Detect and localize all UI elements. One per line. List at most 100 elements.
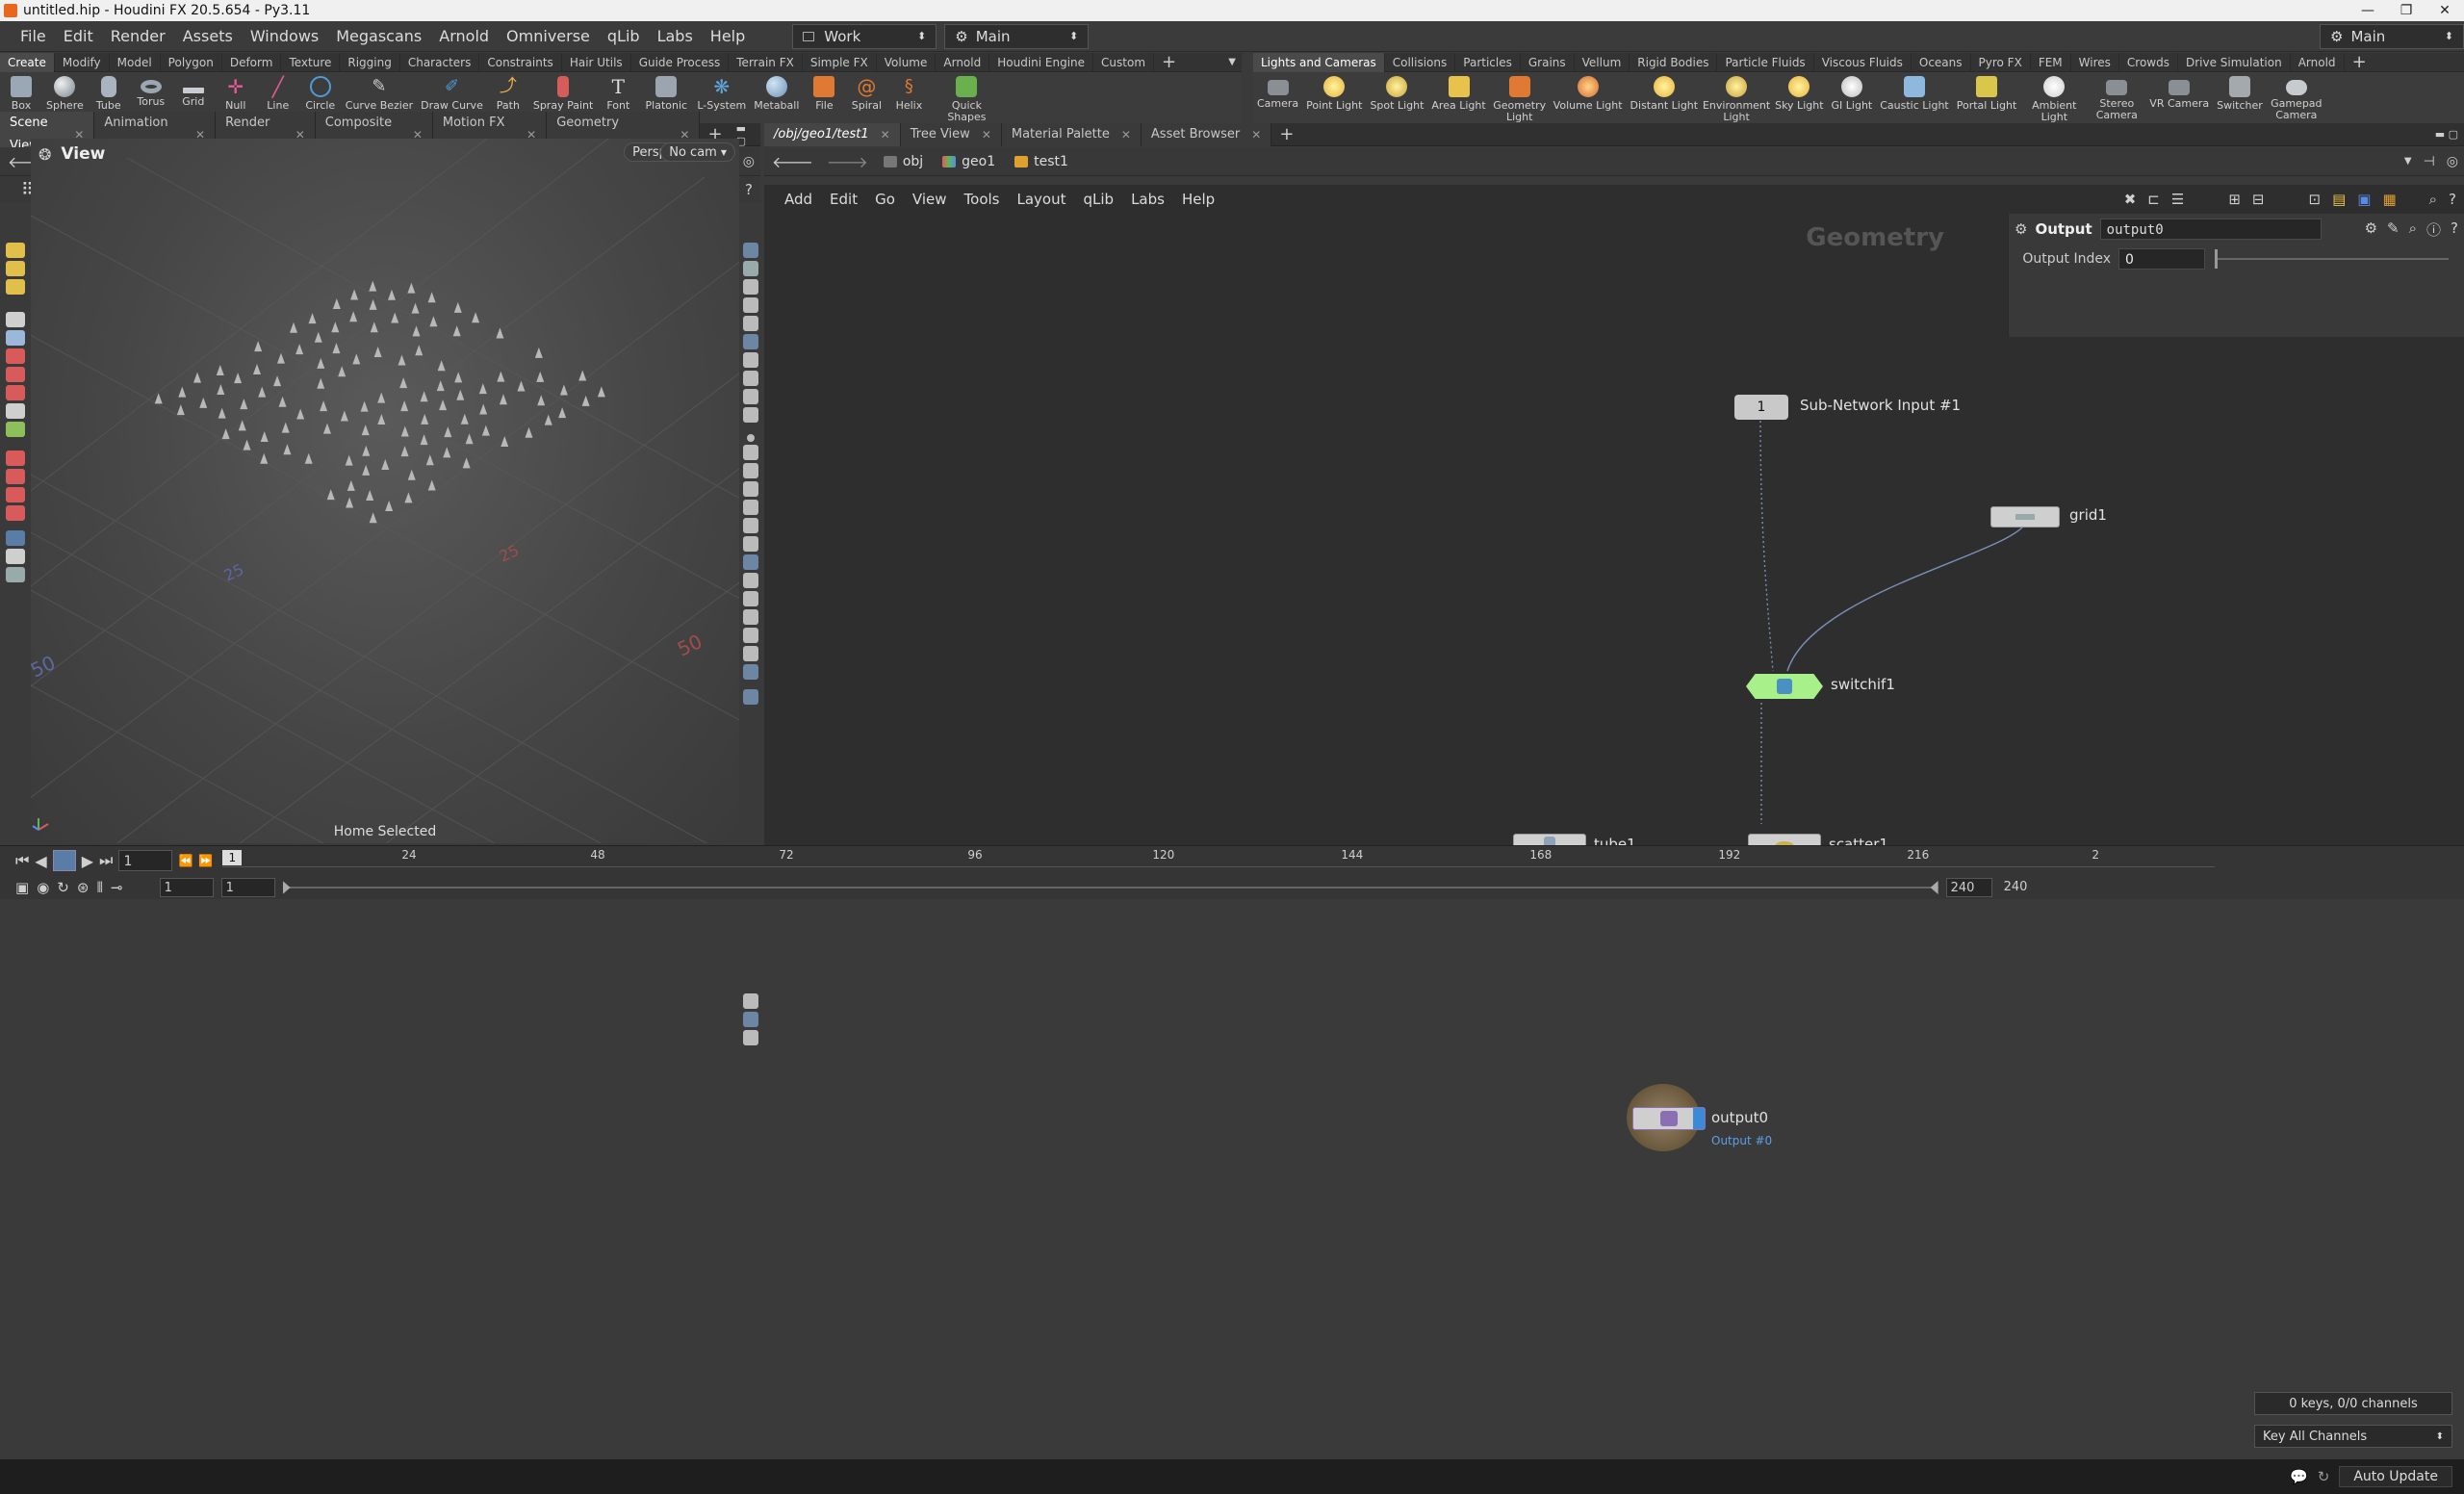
list-icon[interactable]: ☰: [2171, 191, 2184, 208]
tree-icon[interactable]: ⊏: [2147, 191, 2160, 208]
magnet-4-icon[interactable]: [6, 505, 25, 521]
pane-menu-icon[interactable]: ▬ ▢: [2429, 128, 2464, 141]
lock-camera-icon[interactable]: [743, 279, 758, 295]
tab-material-palette[interactable]: Material Palette ✕: [1002, 123, 1142, 146]
menu-qlib[interactable]: qLib: [599, 21, 649, 52]
key-all-channels-select[interactable]: Key All Channels ⬍: [2254, 1425, 2452, 1448]
output-index-slider[interactable]: [2215, 258, 2449, 260]
stop-button[interactable]: [53, 850, 76, 871]
search-icon[interactable]: ⌕: [2409, 219, 2417, 240]
brush-icon[interactable]: ✎: [2387, 219, 2400, 240]
group-icon[interactable]: [743, 371, 758, 386]
pin-icon[interactable]: ⊣: [2418, 154, 2441, 169]
jump-end-button[interactable]: ⏭: [99, 851, 113, 870]
network-menu-help[interactable]: Help: [1173, 184, 1223, 215]
grid-view-2-icon[interactable]: ⊟: [2252, 191, 2265, 208]
tool-point-light[interactable]: Point Light: [1302, 76, 1366, 112]
path-dropdown-icon[interactable]: ▼: [2399, 156, 2418, 167]
menu-help[interactable]: Help: [702, 21, 754, 52]
tool-line[interactable]: ╱ Line: [257, 76, 299, 112]
tab-tree-view[interactable]: Tree View ✕: [901, 123, 1002, 146]
tool-tube[interactable]: Tube: [88, 76, 130, 112]
next-key-icon[interactable]: ⏩: [198, 854, 213, 867]
link-icon[interactable]: ◎: [737, 154, 760, 169]
shelf-tab-modify[interactable]: Modify: [55, 53, 110, 72]
light-icon[interactable]: [743, 334, 758, 349]
camera-tool-icon[interactable]: [6, 567, 25, 582]
shelf-tab-grains[interactable]: Grains: [1521, 53, 1575, 72]
tool-geometry-light[interactable]: Geometry Light: [1490, 76, 1550, 123]
tool-distant-light[interactable]: Distant Light: [1627, 76, 1703, 112]
wrench-icon[interactable]: ✖: [2124, 191, 2137, 208]
shelf-tab-crowds[interactable]: Crowds: [2119, 53, 2178, 72]
node-grid1[interactable]: [1990, 506, 2060, 528]
shelf-tab-fem[interactable]: FEM: [2031, 53, 2071, 72]
pose-bone-icon[interactable]: [6, 422, 25, 437]
tool-l-system[interactable]: ❋ L-System: [693, 76, 750, 112]
shelf-tab-vellum[interactable]: Vellum: [1575, 53, 1630, 72]
shelf-tab-model[interactable]: Model: [110, 53, 161, 72]
tool-gi-light[interactable]: GI Light: [1828, 76, 1877, 112]
shelf-tab-polygon[interactable]: Polygon: [161, 53, 222, 72]
shelf-tab-particle-fluids[interactable]: Particle Fluids: [1717, 53, 1813, 72]
tool-gamepad-camera[interactable]: Gamepad Camera: [2267, 76, 2326, 121]
add-shelf-icon[interactable]: +: [2345, 52, 2374, 72]
background-icon[interactable]: [743, 646, 758, 661]
menu-file[interactable]: File: [12, 21, 55, 52]
material-icon[interactable]: [743, 591, 758, 606]
shelf-tab-volume[interactable]: Volume: [877, 53, 937, 72]
close-tab-icon[interactable]: ✕: [1121, 123, 1131, 146]
quick-mark-icon[interactable]: ⊡: [2308, 191, 2321, 208]
breadcrumb-test1[interactable]: test1: [1005, 154, 1078, 169]
lock-tool-icon[interactable]: [6, 330, 25, 346]
tool-ambient-light[interactable]: Ambient Light: [2020, 76, 2088, 123]
normal-icon[interactable]: [743, 445, 758, 460]
playhead[interactable]: 1: [222, 850, 242, 865]
shading-icon[interactable]: [743, 316, 758, 331]
tool-draw-curve[interactable]: ✐ Draw Curve: [417, 76, 487, 112]
notes-icon[interactable]: ▤: [2332, 191, 2346, 208]
tool-camera[interactable]: Camera: [1253, 76, 1302, 110]
shelf-tab-characters[interactable]: Characters: [400, 53, 480, 72]
prev-key-icon[interactable]: ⏪: [178, 854, 192, 867]
shelf-tab-pyro-fx[interactable]: Pyro FX: [1971, 53, 2031, 72]
tool-grid[interactable]: Grid: [172, 76, 215, 108]
magnet-2-icon[interactable]: [6, 469, 25, 484]
primitive-icon[interactable]: [743, 389, 758, 404]
network-menu-tools[interactable]: Tools: [956, 184, 1009, 215]
magnet-3-icon[interactable]: [6, 487, 25, 502]
tool-spiral[interactable]: @ Spiral: [845, 76, 887, 112]
network-menu-layout[interactable]: Layout: [1008, 184, 1074, 215]
tool-file[interactable]: File: [803, 76, 845, 112]
background-image-icon[interactable]: ▣: [2357, 191, 2371, 208]
scene-viewport[interactable]: 50 25 25 50 ❂ View Persp▼ No cam▼ Home S…: [31, 139, 739, 843]
menu-labs[interactable]: Labs: [649, 21, 702, 52]
menu-edit[interactable]: Edit: [55, 21, 102, 52]
render-region-icon[interactable]: [6, 549, 25, 564]
breadcrumb-obj[interactable]: obj: [874, 154, 933, 169]
menu-arnold[interactable]: Arnold: [430, 21, 498, 52]
display-3-icon[interactable]: [743, 500, 758, 515]
snap-display-icon[interactable]: [743, 554, 758, 570]
chat-icon[interactable]: 💬: [2290, 1468, 2308, 1485]
menu-megascans[interactable]: Megascans: [327, 21, 430, 52]
point-dot-icon[interactable]: [747, 434, 755, 442]
shelf-tab-lights-cameras[interactable]: Lights and Cameras: [1253, 53, 1385, 72]
view-menu[interactable]: ❂ View: [38, 144, 105, 164]
shelf-tab-houdini-engine[interactable]: Houdini Engine: [989, 53, 1093, 72]
shelf-tab-drive-simulation[interactable]: Drive Simulation: [2178, 53, 2291, 72]
rotate-tool-icon[interactable]: [6, 367, 25, 382]
ruler-icon[interactable]: ⦀: [96, 879, 103, 896]
tool-helix[interactable]: § Helix: [887, 76, 930, 112]
breadcrumb-geo1[interactable]: geo1: [933, 154, 1005, 169]
realtime-icon[interactable]: ▣: [15, 879, 29, 896]
update-mode-button[interactable]: Auto Update: [2339, 1466, 2452, 1487]
add-tab-icon[interactable]: +: [1271, 124, 1301, 144]
vertex-normal-icon[interactable]: [743, 463, 758, 478]
node-subnet-input[interactable]: 1: [1734, 395, 1788, 420]
tool-area-light[interactable]: Area Light: [1427, 76, 1489, 112]
paint-tool-icon[interactable]: [6, 279, 25, 295]
shelf-tab-viscous-fluids[interactable]: Viscous Fluids: [1814, 53, 1912, 72]
shelf-tab-create[interactable]: Create: [0, 53, 55, 72]
gear-icon[interactable]: ⚙: [2365, 219, 2377, 240]
